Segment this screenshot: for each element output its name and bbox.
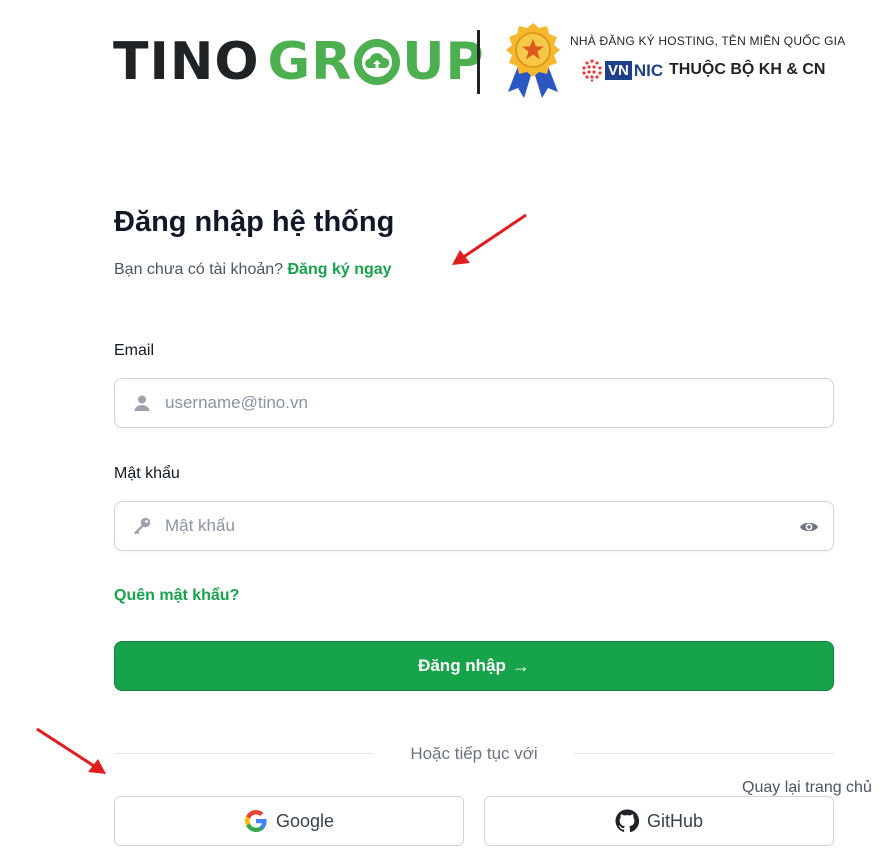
email-field-container[interactable] — [114, 378, 834, 428]
back-home-link[interactable]: Quay lại trang chủ — [742, 779, 872, 797]
logo-text-up: UP — [402, 32, 485, 92]
tino-group-logo[interactable]: TINO GR UP — [113, 32, 485, 92]
vnnic-globe-icon — [582, 59, 602, 82]
vnnic-logo: VN NIC — [580, 58, 663, 82]
logo-text-group: GR UP — [268, 36, 485, 88]
register-link[interactable]: Đăng ký ngay — [288, 261, 392, 278]
logo-text-gr: GR — [267, 32, 353, 92]
key-icon — [134, 517, 151, 535]
password-label: Mật khẩu — [114, 465, 180, 482]
user-icon — [134, 395, 150, 411]
vnnic-vn-text: VN — [605, 60, 632, 80]
github-label: GitHub — [646, 810, 704, 831]
logo-divider — [477, 30, 480, 94]
eye-icon[interactable] — [799, 517, 819, 537]
github-login-button[interactable]: GitHub — [484, 796, 834, 846]
annotation-arrow-icon — [452, 213, 527, 265]
forgot-password-link[interactable]: Quên mật khẩu? — [114, 587, 239, 605]
cloud-o-icon — [354, 39, 401, 85]
annotation-arrow-icon — [36, 727, 106, 774]
arrow-right-icon: → — [511, 655, 530, 676]
no-account-text: Bạn chưa có tài khoản? — [114, 261, 284, 278]
login-button[interactable]: Đăng nhập → — [114, 641, 834, 691]
ministry-text: THUỘC BỘ KH & CN — [669, 61, 826, 78]
logo-text-tino: TINO — [113, 32, 260, 92]
google-label: Google — [275, 810, 335, 831]
divider-text: Hoặc tiếp tục với — [410, 744, 538, 763]
email-label: Email — [114, 342, 155, 359]
login-button-label: Đăng nhập — [418, 656, 506, 675]
page-title: Đăng nhập hệ thống — [114, 206, 395, 238]
certification-text: NHÀ ĐĂNG KÝ HOSTING, TÊN MIỀN QUỐC GIA — [570, 34, 846, 48]
vnnic-nic-text: NIC — [633, 60, 664, 80]
google-login-button[interactable]: Google — [114, 796, 464, 846]
github-icon — [615, 809, 639, 833]
email-input[interactable] — [165, 379, 785, 427]
register-prompt: Bạn chưa có tài khoản? Đăng ký ngay — [114, 261, 392, 279]
google-icon — [244, 810, 267, 832]
password-input[interactable] — [165, 502, 785, 550]
password-field-container[interactable] — [114, 501, 834, 551]
award-medal-icon — [506, 23, 560, 98]
